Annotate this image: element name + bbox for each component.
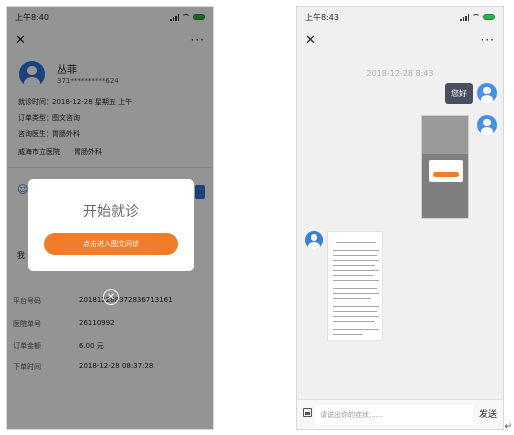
- nav-bar: ✕ ···: [297, 29, 503, 51]
- status-time: 上午8:43: [305, 12, 339, 22]
- battery-icon: [483, 14, 495, 20]
- enter-consult-button[interactable]: 点击进入图文问诊: [44, 233, 178, 255]
- start-consult-dialog: 开始就诊 点击进入图文问诊: [28, 179, 194, 271]
- screenshot-header-area: [422, 116, 468, 154]
- avatar: [477, 115, 497, 135]
- screenshot-button: [433, 172, 459, 177]
- return-mark: ↵: [504, 422, 512, 432]
- screenshot-message-image[interactable]: [421, 115, 469, 219]
- chat-input-bar: 请说出你的症状...... 发送: [297, 399, 503, 429]
- signal-icon: [460, 13, 469, 21]
- doctor-avatar: [305, 231, 323, 249]
- right-phone-screen: 上午8:43 ✕ ··· 2018-12-28 8:43 您好 请说出你的症状.…: [296, 6, 504, 430]
- wifi-icon: [472, 14, 480, 20]
- chat-timestamp: 2018-12-28 8:43: [366, 69, 434, 78]
- message-bubble-greeting: 您好: [445, 83, 473, 104]
- symptom-input[interactable]: 请说出你的症状......: [315, 405, 473, 425]
- document-message-image[interactable]: [327, 231, 383, 341]
- dialog-title: 开始就诊: [83, 204, 139, 220]
- left-phone-screen: 上午8:40 ✕ ··· 丛菲 371**********624 就诊时间： 2…: [6, 6, 214, 430]
- status-icons: [460, 13, 495, 21]
- status-bar: 上午8:43: [297, 7, 503, 27]
- screenshot-popup: [429, 160, 463, 182]
- dialog-close-icon[interactable]: ✕: [103, 289, 119, 305]
- avatar: [477, 83, 497, 103]
- image-icon[interactable]: [303, 408, 312, 417]
- more-icon[interactable]: ···: [481, 33, 495, 47]
- send-button[interactable]: 发送: [479, 407, 497, 420]
- close-icon[interactable]: ✕: [305, 33, 316, 48]
